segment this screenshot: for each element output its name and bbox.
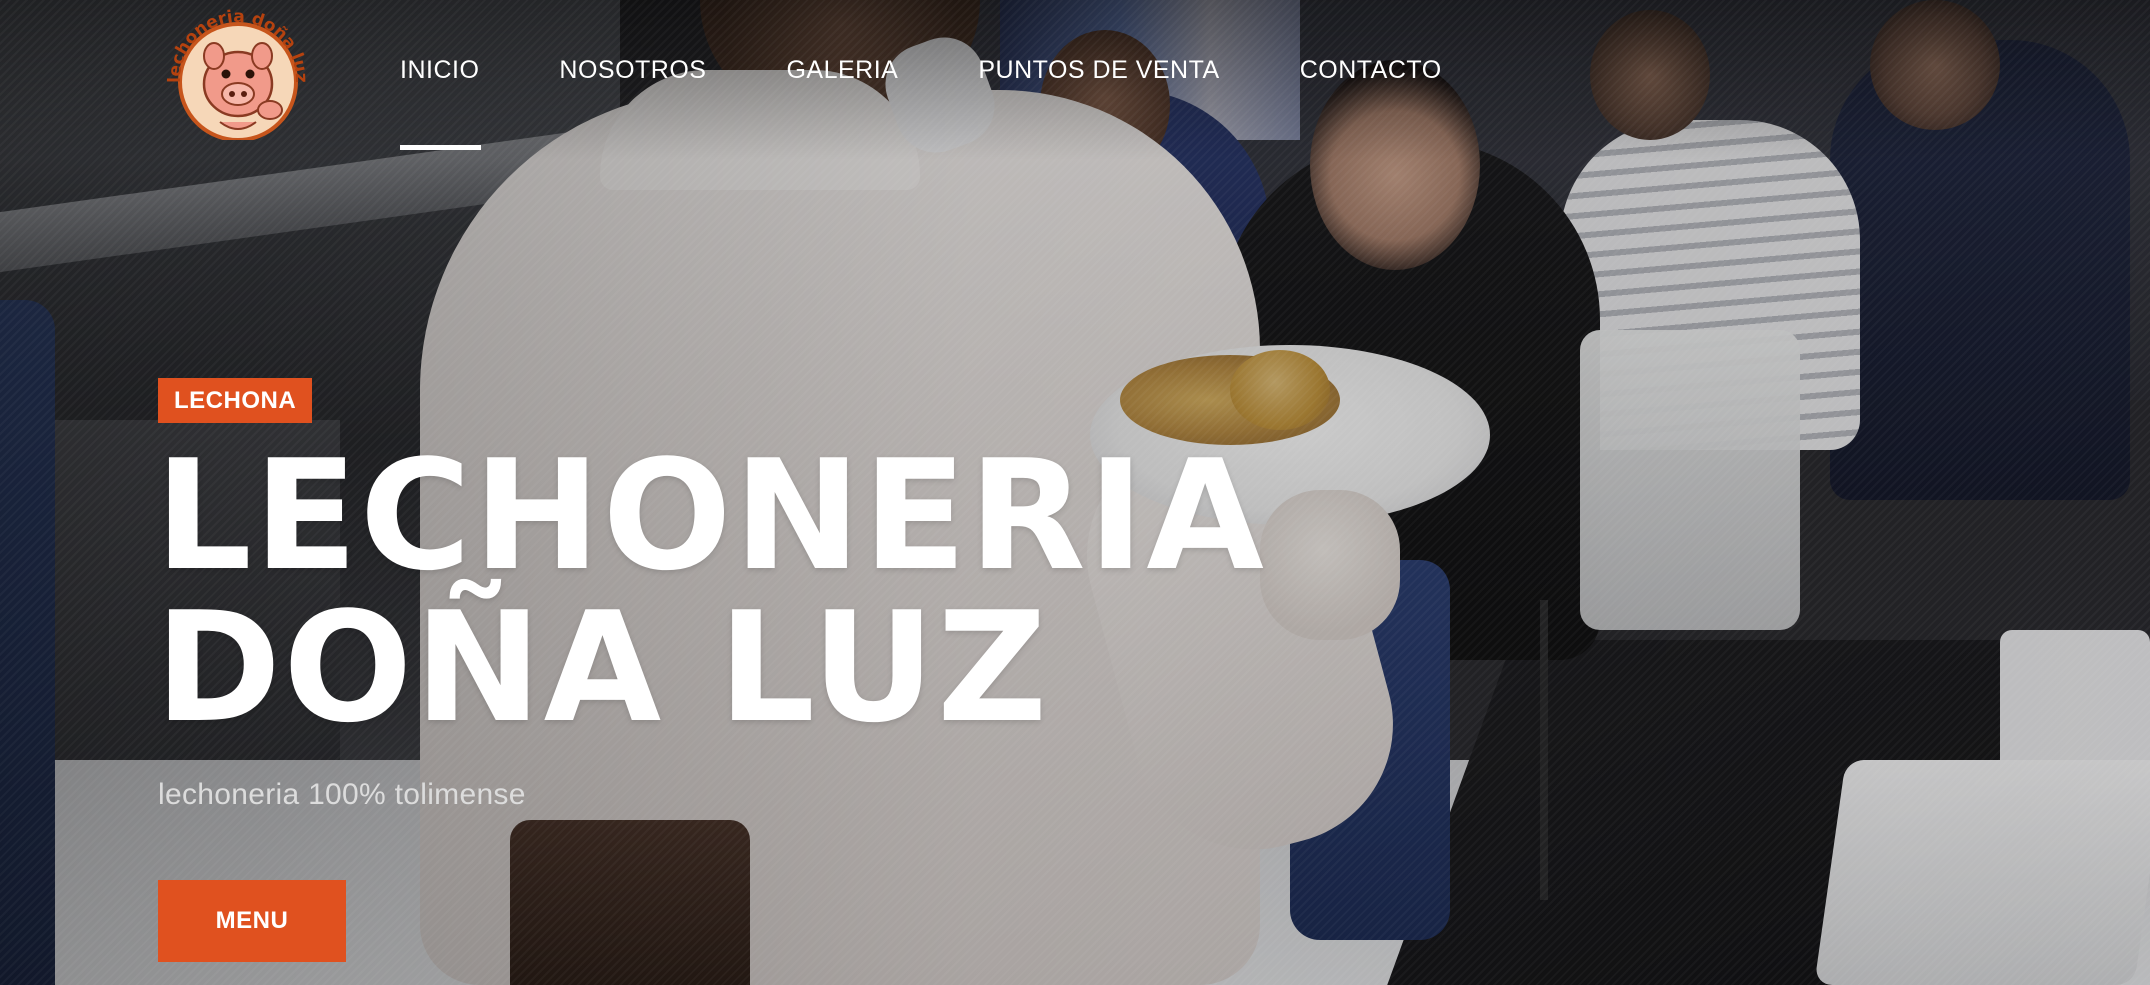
nav-item-label: CONTACTO bbox=[1299, 56, 1442, 84]
nav-item-label: GALERIA bbox=[786, 56, 899, 84]
category-badge: LECHONA bbox=[158, 378, 313, 423]
nav-item-label: NOSOTROS bbox=[559, 56, 707, 84]
hero-title: LECHONERIA DOÑA LUZ bbox=[155, 440, 1266, 744]
menu-button[interactable]: MENU bbox=[158, 880, 346, 962]
nav-item-label: INICIO bbox=[400, 56, 480, 84]
nav-item-puntos-de-venta[interactable]: PUNTOS DE VENTA bbox=[958, 50, 1239, 150]
nav-item-inicio[interactable]: INICIO bbox=[380, 50, 499, 150]
page: lechoneria doña luz INICIO NOSOTROS GALE… bbox=[0, 0, 2150, 985]
nav-item-nosotros[interactable]: NOSOTROS bbox=[539, 50, 726, 150]
main-nav: INICIO NOSOTROS GALERIA PUNTOS DE VENTA … bbox=[380, 50, 1502, 150]
nav-item-label: PUNTOS DE VENTA bbox=[978, 56, 1220, 84]
hero-title-line-2: DOÑA LUZ bbox=[155, 579, 1050, 756]
nav-item-contacto[interactable]: CONTACTO bbox=[1280, 50, 1462, 150]
site-logo[interactable]: lechoneria doña luz bbox=[158, 2, 318, 142]
nav-item-galeria[interactable]: GALERIA bbox=[766, 50, 918, 150]
pig-mascot-icon: lechoneria doña luz bbox=[165, 7, 311, 142]
active-nav-indicator bbox=[400, 145, 481, 150]
hero-subtitle: lechoneria 100% tolimense bbox=[158, 778, 526, 811]
hero-title-line-1: LECHONERIA bbox=[155, 427, 1266, 604]
